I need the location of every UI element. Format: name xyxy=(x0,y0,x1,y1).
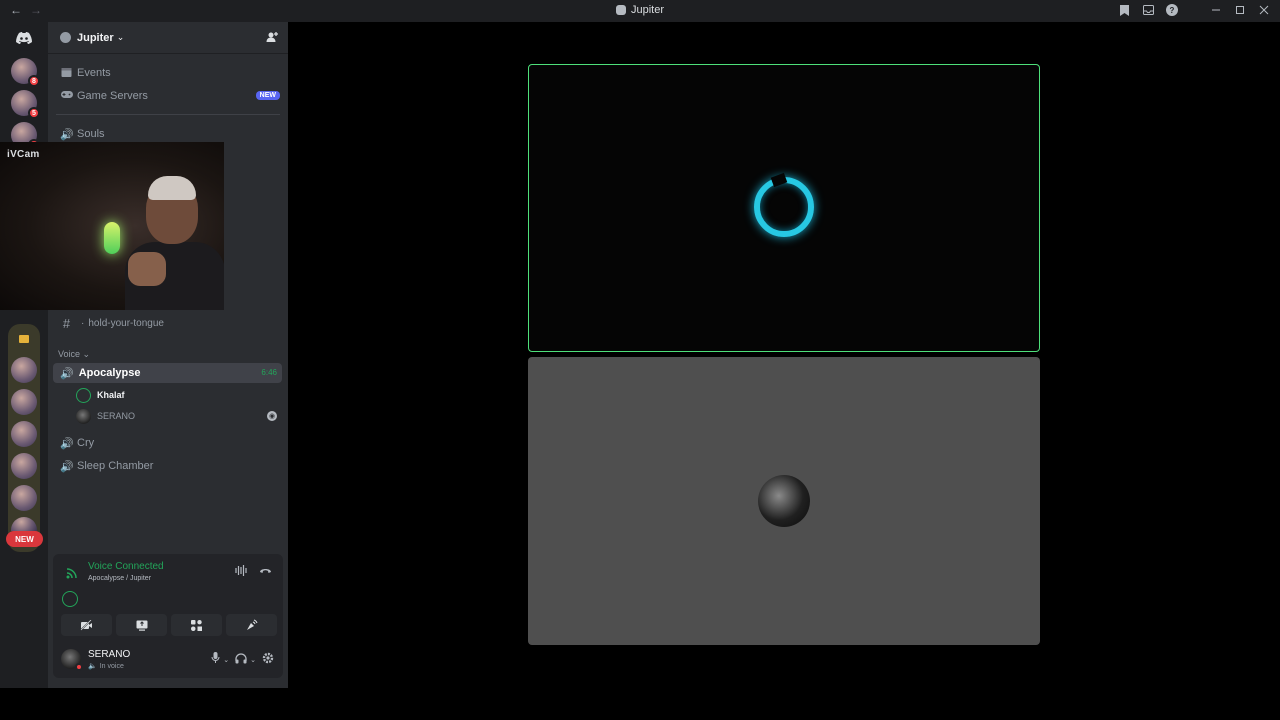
server-logo-icon xyxy=(615,5,626,15)
speaker-icon: 🔈 xyxy=(88,663,97,670)
camera-off-button[interactable] xyxy=(61,614,112,636)
server-icon[interactable] xyxy=(11,357,37,383)
voice-channel-sleep-chamber[interactable]: 🔊 Sleep Chamber xyxy=(60,456,280,476)
chevron-down-icon[interactable]: ⌄ xyxy=(250,656,256,664)
speaker-icon: 🔊 xyxy=(60,460,74,473)
server-name: Jupiter xyxy=(77,31,114,44)
game-servers-label: Game Servers xyxy=(77,90,148,102)
user-status-text: In voice xyxy=(99,663,124,670)
voice-tile-speaking[interactable] xyxy=(528,64,1040,352)
deafened-icon: ◉ xyxy=(267,411,277,421)
mention-badge: 8 xyxy=(28,75,40,87)
current-username[interactable]: SERANO xyxy=(88,649,130,660)
text-channel-hold-your-tongue[interactable]: # · hold-your-tongue xyxy=(60,313,280,333)
speaker-icon: 🔊 xyxy=(60,367,74,380)
invite-people-icon[interactable] xyxy=(266,31,278,46)
call-timer: 6:46 xyxy=(261,368,277,377)
person-beanie xyxy=(148,176,196,200)
headphones-icon[interactable] xyxy=(235,652,247,667)
loading-spinner-icon xyxy=(754,177,814,237)
username: SERANO xyxy=(97,411,136,421)
voice-category-header[interactable]: Voice ⌄ xyxy=(58,349,90,360)
avatar xyxy=(76,387,91,403)
discord-home-icon[interactable] xyxy=(11,25,37,51)
soundboard-button[interactable] xyxy=(226,614,277,636)
avatar xyxy=(76,408,91,424)
webcam-overlay xyxy=(0,142,224,310)
calendar-icon xyxy=(60,67,73,80)
activity-indicator xyxy=(62,591,78,607)
microphone-icon[interactable] xyxy=(211,652,220,667)
channel-name: hold-your-tongue xyxy=(88,317,164,329)
username: Khalaf xyxy=(97,390,125,400)
server-icon[interactable] xyxy=(11,421,37,447)
folder-icon[interactable] xyxy=(19,335,29,343)
status-indicator xyxy=(75,663,83,671)
connection-signal-icon[interactable] xyxy=(66,567,78,582)
divider xyxy=(56,114,280,115)
mention-badge: 5 xyxy=(28,107,40,119)
help-icon[interactable]: ? xyxy=(1166,3,1178,17)
chevron-down-icon: ⌄ xyxy=(116,32,125,42)
voice-channel-cry[interactable]: 🔊 Cry xyxy=(60,433,280,453)
server-icon[interactable] xyxy=(11,453,37,479)
svg-text:?: ? xyxy=(1170,6,1175,15)
title-bar: ← → Jupiter ? xyxy=(0,0,1280,22)
server-icon[interactable] xyxy=(11,389,37,415)
channel-name: Apocalypse xyxy=(78,367,141,379)
voice-connected-status[interactable]: Voice Connected xyxy=(88,561,164,572)
voice-channel-souls[interactable]: 🔊 Souls xyxy=(60,124,280,144)
user-area: SERANO 🔈 In voice ⌄ ⌄ xyxy=(53,642,283,678)
server-icon[interactable]: 8 xyxy=(11,58,40,87)
voice-tile-user[interactable] xyxy=(528,357,1040,645)
voice-user-panel: Voice Connected Apocalypse / Jupiter SER… xyxy=(53,554,283,678)
voice-location[interactable]: Apocalypse / Jupiter xyxy=(88,575,151,582)
webcam-source-label: iVCam xyxy=(7,149,40,160)
maximize-icon[interactable] xyxy=(1234,3,1246,17)
user-status: 🔈 In voice xyxy=(88,662,124,670)
gamepad-icon xyxy=(60,90,73,102)
share-screen-button[interactable] xyxy=(116,614,167,636)
activities-button[interactable] xyxy=(171,614,222,636)
speaker-icon: 🔊 xyxy=(60,437,74,450)
voice-user-khalaf[interactable]: Khalaf xyxy=(76,385,281,405)
game-servers-link[interactable]: Game Servers NEW xyxy=(60,86,280,106)
noise-suppression-icon[interactable] xyxy=(235,565,247,579)
disconnect-icon[interactable] xyxy=(259,565,272,579)
close-icon[interactable] xyxy=(1258,3,1270,17)
events-link[interactable]: Events xyxy=(60,63,280,83)
new-badge: NEW xyxy=(255,91,280,100)
server-icon[interactable] xyxy=(11,485,37,511)
chevron-down-icon[interactable]: ⌄ xyxy=(223,656,229,664)
voice-channel-apocalypse[interactable]: 🔊 Apocalypse 6:46 xyxy=(53,363,282,383)
events-label: Events xyxy=(77,67,111,79)
avatar xyxy=(758,475,810,527)
avatar[interactable] xyxy=(61,649,83,671)
person-hand xyxy=(128,252,166,286)
user-settings-gear-icon[interactable] xyxy=(262,652,274,667)
rgb-microphone xyxy=(104,222,120,254)
server-rail: 8 5 9 NEW xyxy=(0,22,48,688)
hashtag-icon: # xyxy=(62,315,71,331)
server-settings-icon xyxy=(60,32,71,43)
inbox-icon[interactable] xyxy=(1142,3,1154,17)
channel-name: Sleep Chamber xyxy=(77,460,154,472)
channel-sidebar: Jupiter ⌄ Events Game Servers NEW 🔊 Soul… xyxy=(48,22,288,688)
window-title-text: Jupiter xyxy=(630,4,665,16)
server-icon[interactable]: 5 xyxy=(11,90,40,119)
server-header[interactable]: Jupiter ⌄ xyxy=(48,22,288,54)
minimize-icon[interactable] xyxy=(1210,3,1222,17)
window-title: Jupiter xyxy=(0,4,1280,16)
speaker-icon: 🔊 xyxy=(60,128,74,141)
new-servers-pill[interactable]: NEW xyxy=(6,531,43,547)
bookmark-icon[interactable] xyxy=(1118,3,1130,17)
channel-prefix: · xyxy=(81,317,85,329)
channel-name: Souls xyxy=(77,128,105,140)
voice-user-serano[interactable]: SERANO ◉ xyxy=(76,406,281,426)
channel-name: Cry xyxy=(77,437,95,449)
